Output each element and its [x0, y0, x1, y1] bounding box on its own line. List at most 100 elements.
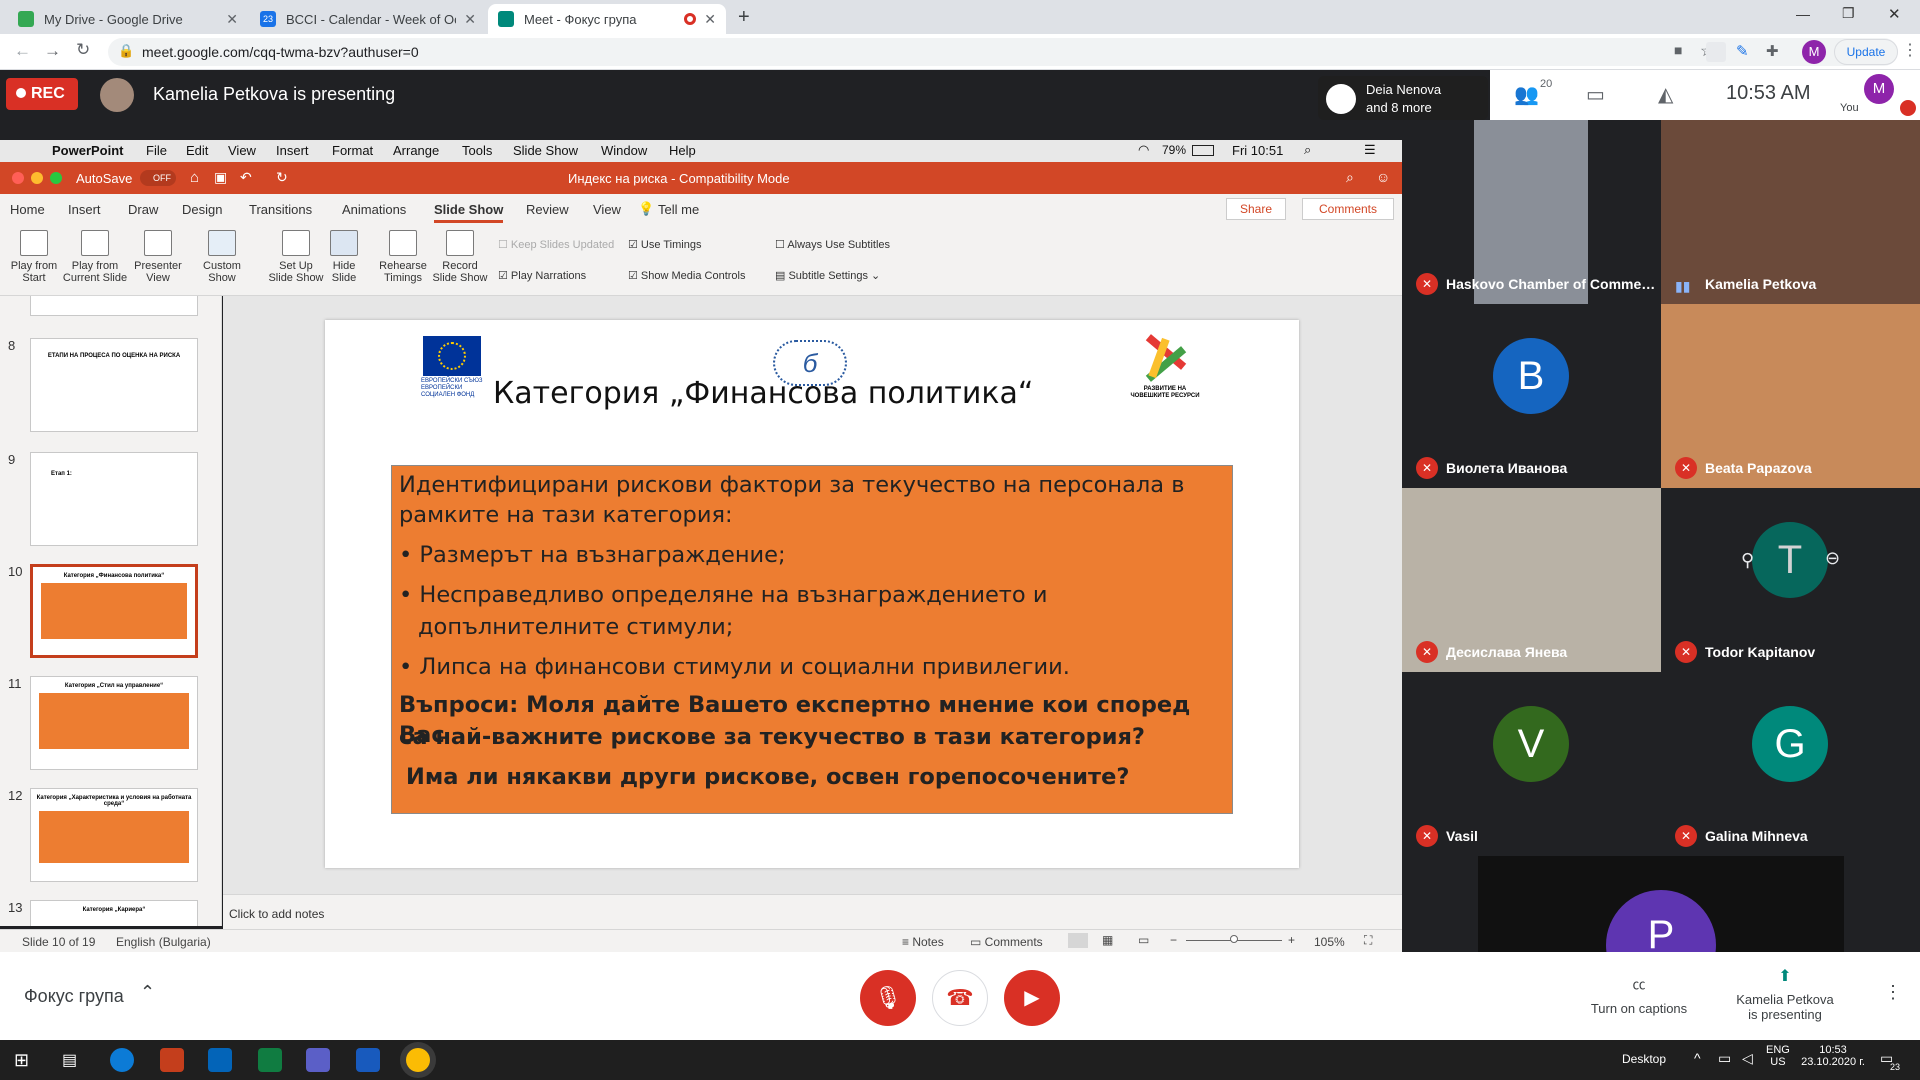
taskbar-clock[interactable]: 10:53 23.10.2020 г.	[1798, 1044, 1868, 1068]
edge-icon[interactable]	[110, 1048, 134, 1072]
set-up-slide-show-button[interactable]: Set Up Slide Show	[266, 230, 326, 284]
present-status-button[interactable]: ⬆ Kamelia Petkova is presenting	[1720, 966, 1850, 1022]
chevron-up-icon[interactable]: ⌃	[140, 982, 155, 1003]
slide-thumbnail[interactable]: Категория „Характеристика и условия на р…	[30, 788, 198, 882]
hide-slide-button[interactable]: Hide Slide	[326, 230, 362, 284]
participant-tile[interactable]: P	[1402, 856, 1920, 952]
rehearse-timings-button[interactable]: Rehearse Timings	[378, 230, 428, 284]
participant-tile[interactable]: G ✕ Galina Mihneva	[1661, 672, 1920, 856]
camera-toggle-button[interactable]: ▶	[1004, 970, 1060, 1026]
zoom-out-icon[interactable]: −	[1170, 933, 1177, 947]
normal-view-icon[interactable]	[1068, 933, 1088, 948]
app-name[interactable]: PowerPoint	[52, 143, 124, 158]
menu-help[interactable]: Help	[669, 143, 696, 158]
menu-tools[interactable]: Tools	[462, 143, 492, 158]
participant-tile[interactable]: ✕ Beata Papazova	[1661, 304, 1920, 488]
remove-icon[interactable]: ⊖	[1825, 548, 1840, 569]
profile-avatar[interactable]: M	[1802, 40, 1826, 64]
url-field[interactable]: 🔒 meet.google.com/cqq-twma-bzv?authuser=…	[108, 38, 1898, 66]
menu-file[interactable]: File	[146, 143, 167, 158]
participant-tile[interactable]: T ⚲ ⊖ ✕ Todor Kapitanov	[1661, 488, 1920, 672]
leave-call-button[interactable]: ☎	[932, 970, 988, 1026]
participant-tile-active-speaker[interactable]: ▮▮ Kamelia Petkova	[1661, 120, 1920, 304]
self-avatar[interactable]: M	[1864, 74, 1894, 104]
maximize-icon[interactable]: ❐	[1842, 5, 1855, 22]
wifi-icon[interactable]: ◠	[1138, 142, 1149, 158]
chrome-icon[interactable]	[406, 1048, 430, 1072]
tab-meet-active[interactable]: Meet - Фокус група ✕	[488, 4, 726, 34]
menu-arrange[interactable]: Arrange	[393, 143, 439, 158]
tab-animations[interactable]: Animations	[342, 202, 406, 217]
notes-toggle[interactable]: ≡ Notes	[902, 935, 944, 949]
participant-tile[interactable]: B ✕ Виолета Иванова	[1402, 304, 1661, 488]
show-media-controls-checkbox[interactable]: ☑ Show Media Controls	[628, 269, 745, 282]
participant-tile[interactable]: ✕ Десислава Янева	[1402, 488, 1661, 672]
menu-dots-icon[interactable]: ⋮	[1902, 40, 1918, 60]
tab-insert[interactable]: Insert	[68, 202, 101, 217]
notes-pane[interactable]: Click to add notes	[223, 894, 1402, 929]
powerpoint-icon[interactable]	[160, 1048, 184, 1072]
window-minimize-dot[interactable]	[31, 172, 43, 184]
slide-thumbnail-selected[interactable]: Категория „Финансова политика“	[30, 564, 198, 658]
custom-show-button[interactable]: Custom Show	[196, 230, 248, 284]
tab-draw[interactable]: Draw	[128, 202, 158, 217]
chat-icon[interactable]: ▭	[1586, 82, 1605, 107]
share-button[interactable]: Share	[1226, 198, 1286, 220]
tab-transitions[interactable]: Transitions	[249, 202, 312, 217]
menu-insert[interactable]: Insert	[276, 143, 309, 158]
tell-me-field[interactable]: Tell me	[658, 202, 699, 217]
word-icon[interactable]	[356, 1048, 380, 1072]
tab-calendar[interactable]: 23 BCCI - Calendar - Week of Octob ✕	[250, 4, 486, 34]
spotlight-icon[interactable]: ⌕	[1304, 142, 1311, 158]
subtitle-settings-dropdown[interactable]: ▤ Subtitle Settings ⌄	[775, 269, 880, 282]
more-options-icon[interactable]: ⋮	[1884, 982, 1902, 1003]
zoom-in-icon[interactable]: +	[1288, 933, 1295, 947]
slide-thumbnail[interactable]: Категория „Кариера“	[30, 900, 198, 926]
search-icon[interactable]: ⌕	[1346, 169, 1354, 186]
window-close-dot[interactable]	[12, 172, 24, 184]
pin-icon[interactable]: ⚲	[1741, 550, 1754, 571]
pen-extension-icon[interactable]: ✎	[1736, 42, 1749, 60]
join-notification[interactable]: Deia Nenova and 8 more	[1318, 76, 1488, 120]
save-icon[interactable]: ▣	[214, 169, 227, 186]
mac-clock[interactable]: Fri 10:51	[1232, 143, 1283, 158]
mic-toggle-button[interactable]: 🎙	[860, 970, 916, 1026]
minimize-icon[interactable]: —	[1796, 6, 1810, 22]
window-zoom-dot[interactable]	[50, 172, 62, 184]
content-text-box[interactable]: Идентифицирани рискови фактори за текуче…	[391, 465, 1233, 814]
forward-icon[interactable]: →	[44, 41, 61, 61]
reading-view-icon[interactable]: ▭	[1138, 933, 1149, 947]
windows-start-icon[interactable]: ⊞	[14, 1050, 29, 1071]
close-window-icon[interactable]: ✕	[1888, 5, 1901, 23]
language-indicator[interactable]: ENG US	[1766, 1044, 1790, 1068]
redo-icon[interactable]: ↻	[276, 169, 288, 186]
control-center-icon[interactable]: ☰	[1364, 142, 1376, 158]
store-icon[interactable]	[306, 1048, 330, 1072]
extensions-puzzle-icon[interactable]: ✚	[1766, 42, 1779, 60]
tab-google-drive[interactable]: My Drive - Google Drive ✕	[8, 4, 248, 34]
volume-icon[interactable]: ◁	[1742, 1050, 1753, 1067]
meeting-title[interactable]: Фокус група	[24, 986, 124, 1007]
always-use-subtitles-checkbox[interactable]: ☐ Always Use Subtitles	[775, 238, 890, 251]
menu-view[interactable]: View	[228, 143, 256, 158]
tray-chevron-icon[interactable]: ^	[1694, 1050, 1701, 1066]
camera-icon[interactable]: ■	[1674, 42, 1682, 58]
menu-slide-show[interactable]: Slide Show	[513, 143, 578, 158]
zoom-slider-thumb[interactable]	[1230, 935, 1238, 943]
tab-slide-show[interactable]: Slide Show	[434, 202, 504, 223]
people-icon[interactable]: 👥	[1514, 82, 1539, 107]
excel-icon[interactable]	[258, 1048, 282, 1072]
activities-icon[interactable]: ◭	[1658, 82, 1673, 107]
slide-thumbnail[interactable]: Категория „Стил на управление“	[30, 676, 198, 770]
close-tab-icon[interactable]: ✕	[226, 11, 238, 28]
slide-thumbnail[interactable]: ЕТАПИ НА ПРОЦЕСА ПО ОЦЕНКА НА РИСКА	[30, 338, 198, 432]
tab-view[interactable]: View	[593, 202, 621, 217]
tab-review[interactable]: Review	[526, 202, 569, 217]
keep-slides-updated-checkbox[interactable]: ☐ Keep Slides Updated	[498, 238, 614, 251]
play-from-start-button[interactable]: Play from Start	[6, 230, 62, 284]
menu-window[interactable]: Window	[601, 143, 647, 158]
presenter-view-button[interactable]: Presenter View	[130, 230, 186, 284]
close-tab-icon[interactable]: ✕	[704, 11, 716, 28]
home-icon[interactable]: ⌂	[190, 169, 199, 186]
battery-icon[interactable]	[1192, 145, 1214, 156]
